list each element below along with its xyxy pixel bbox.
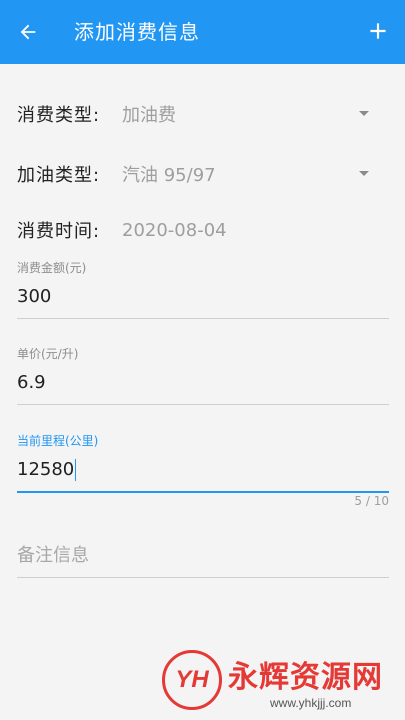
unit-price-field[interactable]: 单价(元/升) 6.9 xyxy=(17,346,389,405)
consume-type-label: 消费类型: xyxy=(17,105,101,126)
fuel-type-select[interactable]: 汽油 95/97 xyxy=(122,161,216,187)
dropdown-arrow-icon[interactable] xyxy=(359,111,369,116)
fuel-type-label: 加油类型: xyxy=(17,165,101,186)
mileage-value: 12580 xyxy=(17,459,75,480)
amount-field[interactable]: 消费金额(元) 300 xyxy=(17,260,389,319)
dropdown-arrow-icon[interactable] xyxy=(359,171,369,176)
text-cursor xyxy=(75,459,77,481)
mileage-field[interactable]: 当前里程(公里) 12580 xyxy=(17,433,389,493)
consume-type-select[interactable]: 加油费 xyxy=(122,101,176,127)
consume-time-picker[interactable]: 2020-08-04 xyxy=(122,220,227,241)
back-button[interactable] xyxy=(14,18,42,46)
mileage-underline xyxy=(17,491,389,493)
consume-time-label: 消费时间: xyxy=(17,221,101,242)
amount-input[interactable]: 300 xyxy=(17,282,389,312)
unit-price-input[interactable]: 6.9 xyxy=(17,368,389,398)
watermark-url: www.yhkjjj.com xyxy=(270,696,352,710)
unit-price-label: 单价(元/升) xyxy=(17,347,79,361)
consume-type-row[interactable]: 消费类型: 加油费 xyxy=(17,96,389,132)
amount-underline xyxy=(17,318,389,319)
watermark-text: 永辉资源网 xyxy=(228,660,383,695)
consume-time-row[interactable]: 消费时间: 2020-08-04 xyxy=(17,212,389,248)
watermark-logo: YH xyxy=(162,650,222,710)
app-bar: 添加消费信息 xyxy=(0,0,405,64)
arrow-left-icon xyxy=(20,24,36,40)
remark-field[interactable]: 备注信息 xyxy=(17,540,389,578)
plus-icon xyxy=(370,23,386,39)
remark-input[interactable]: 备注信息 xyxy=(17,540,389,572)
add-button[interactable] xyxy=(363,16,393,46)
unit-price-underline xyxy=(17,404,389,405)
mileage-label: 当前里程(公里) xyxy=(17,434,99,448)
amount-label: 消费金额(元) xyxy=(17,261,87,275)
mileage-char-counter: 5 / 10 xyxy=(354,494,389,508)
remark-underline xyxy=(17,577,389,578)
fuel-type-row[interactable]: 加油类型: 汽油 95/97 xyxy=(17,156,389,192)
mileage-input[interactable]: 12580 xyxy=(17,455,389,485)
watermark: YH 永辉资源网 www.yhkjjj.com xyxy=(162,650,392,718)
page-title: 添加消费信息 xyxy=(74,20,200,44)
